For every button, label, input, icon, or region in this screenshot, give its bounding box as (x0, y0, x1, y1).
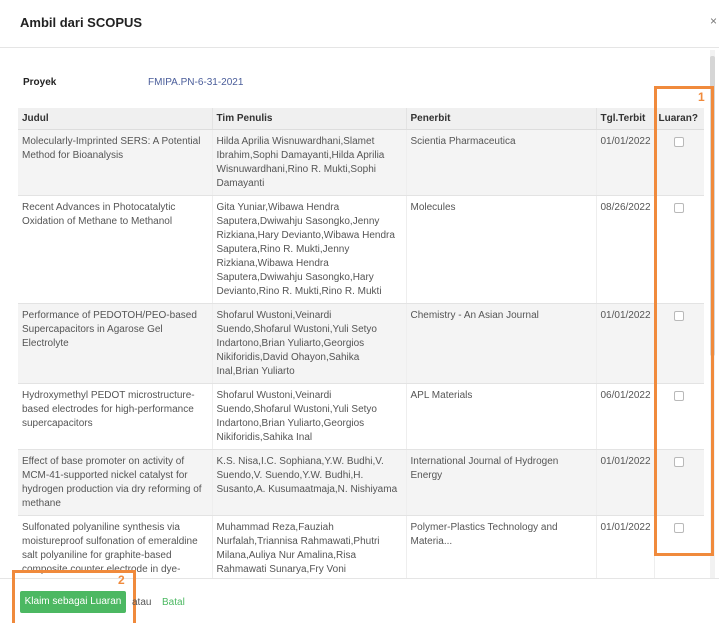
cell-judul: Molecularly-Imprinted SERS: A Potential … (18, 129, 213, 196)
cancel-link[interactable]: Batal (162, 597, 185, 608)
cell-tgl-terbit: 01/01/2022 (596, 449, 655, 516)
cell-tgl-terbit: 06/01/2022 (596, 383, 655, 450)
cell-penerbit: APL Materials (406, 383, 597, 450)
cell-penerbit: Polymer-Plastics Technology and Materia.… (406, 515, 597, 578)
results-table: Judul Tim Penulis Penerbit Tgl.Terbit Lu… (18, 108, 704, 578)
cell-tgl-terbit: 01/01/2022 (596, 303, 655, 384)
table-row: Molecularly-Imprinted SERS: A Potential … (18, 129, 704, 196)
cell-judul: Sulfonated polyaniline synthesis via moi… (18, 515, 213, 578)
annotation-number-1: 1 (698, 90, 705, 104)
close-icon[interactable]: × (710, 14, 717, 28)
column-header-penerbit[interactable]: Penerbit (406, 108, 597, 130)
cell-tim-penulis: Shofarul Wustoni,Veinardi Suendo,Shofaru… (212, 383, 407, 450)
cell-tim-penulis: Hilda Aprilia Wisnuwardhani,Slamet Ibrah… (212, 129, 407, 196)
cell-tgl-terbit: 08/26/2022 (596, 195, 655, 304)
table-row: Effect of base promoter on activity of M… (18, 449, 704, 516)
cell-tim-penulis: Muhammad Reza,Fauziah Nurfalah,Triannisa… (212, 515, 407, 578)
table-row: Hydroxymethyl PEDOT microstructure-based… (18, 383, 704, 450)
project-label: Proyek (23, 77, 57, 88)
table-row: Performance of PEDOTOH/PEO-based Superca… (18, 303, 704, 384)
table-row: Recent Advances in Photocatalytic Oxidat… (18, 195, 704, 304)
cell-judul: Performance of PEDOTOH/PEO-based Superca… (18, 303, 213, 384)
table-header-row: Judul Tim Penulis Penerbit Tgl.Terbit Lu… (18, 108, 704, 130)
cell-penerbit: Molecules (406, 195, 597, 304)
cell-judul: Recent Advances in Photocatalytic Oxidat… (18, 195, 213, 304)
cell-tim-penulis: Gita Yuniar,Wibawa Hendra Saputera,Dwiwa… (212, 195, 407, 304)
annotation-box-luaran-column (654, 86, 714, 556)
dialog-header: Ambil dari SCOPUS × (0, 0, 719, 48)
cell-penerbit: Chemistry - An Asian Journal (406, 303, 597, 384)
or-separator: atau (132, 597, 152, 608)
cell-tgl-terbit: 01/01/2022 (596, 129, 655, 196)
column-header-judul[interactable]: Judul (18, 108, 213, 130)
cell-judul: Effect of base promoter on activity of M… (18, 449, 213, 516)
project-value: FMIPA.PN-6-31-2021 (148, 77, 244, 88)
annotation-number-2: 2 (118, 573, 125, 587)
column-header-tgl-terbit[interactable]: Tgl.Terbit (596, 108, 655, 130)
cell-tim-penulis: K.S. Nisa,I.C. Sophiana,Y.W. Budhi,V. Su… (212, 449, 407, 516)
dialog-title: Ambil dari SCOPUS (20, 15, 143, 30)
cell-tgl-terbit: 01/01/2022 (596, 515, 655, 578)
results-table-container[interactable]: Judul Tim Penulis Penerbit Tgl.Terbit Lu… (18, 108, 704, 578)
claim-as-output-button[interactable]: Klaim sebagai Luaran (20, 591, 126, 613)
cell-judul: Hydroxymethyl PEDOT microstructure-based… (18, 383, 213, 450)
cell-penerbit: International Journal of Hydrogen Energy (406, 449, 597, 516)
cell-tim-penulis: Shofarul Wustoni,Veinardi Suendo,Shofaru… (212, 303, 407, 384)
table-row: Sulfonated polyaniline synthesis via moi… (18, 515, 704, 578)
cell-penerbit: Scientia Pharmaceutica (406, 129, 597, 196)
column-header-tim-penulis[interactable]: Tim Penulis (212, 108, 407, 130)
